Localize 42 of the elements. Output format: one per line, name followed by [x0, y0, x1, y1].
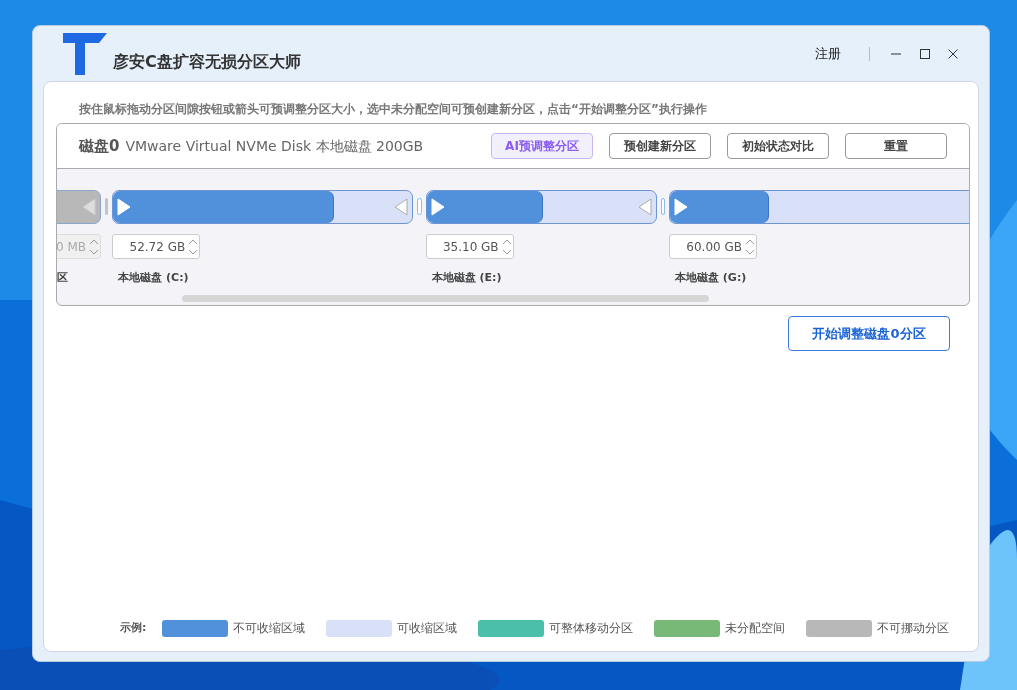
right-arrow-icon[interactable]: [117, 198, 132, 216]
toolbar-button[interactable]: 预创建新分区: [609, 133, 711, 159]
gap-handle[interactable]: [105, 198, 109, 215]
legend-label: 未分配空间: [725, 620, 786, 637]
right-arrow-icon[interactable]: [674, 198, 688, 216]
register-link[interactable]: 注册: [815, 43, 841, 64]
size-spinbox[interactable]: 35.10 GB: [425, 234, 514, 259]
left-arrow-icon[interactable]: [394, 198, 409, 216]
left-arrow-icon[interactable]: [82, 198, 96, 216]
partition-bar[interactable]: [425, 190, 657, 224]
instruction-text: 按住鼠标拖动分区间隙按钮或箭头可预调整分区大小，选中未分配空间可预创建新分区，点击“开始调整分区”执行操作: [79, 101, 708, 118]
partition-label: 本地磁盘 (E:): [431, 270, 503, 286]
partition-label: 本地磁盘 (C:): [118, 270, 190, 286]
legend-title: 示例:: [120, 619, 147, 636]
partition-bar[interactable]: [112, 190, 414, 224]
partition-label: 区: [57, 270, 69, 286]
window-title: 彦安C盘扩容无损分区大师: [113, 50, 301, 73]
disk-description: VMware Virtual NVMe Disk 本地磁盘 200GB: [125, 136, 424, 156]
ai-adjust-button[interactable]: AI预调整分区: [491, 133, 593, 159]
used-space-fill[interactable]: [113, 191, 335, 223]
apply-button[interactable]: 开始调整磁盘0分区: [788, 316, 950, 351]
legend-label: 不可挪动分区: [877, 620, 950, 637]
toolbar-button[interactable]: 初始状态对比: [727, 133, 829, 159]
close-icon[interactable]: [947, 47, 959, 60]
maximize-icon[interactable]: [919, 47, 931, 60]
legend-label: 不可收缩区域: [233, 620, 306, 637]
gap-handle[interactable]: [417, 198, 422, 215]
right-arrow-icon[interactable]: [430, 198, 445, 216]
left-arrow-icon[interactable]: [637, 198, 652, 216]
partition-label: 本地磁盘 (G:): [675, 270, 748, 286]
size-spinbox[interactable]: 60.00 GB: [669, 234, 757, 259]
disk-name: 磁盘0: [79, 135, 120, 157]
partition-bar[interactable]: [669, 190, 969, 224]
gap-handle[interactable]: [660, 198, 665, 215]
used-space-fill[interactable]: [670, 191, 769, 223]
used-space-fill[interactable]: [426, 191, 544, 223]
toolbar-button[interactable]: 重置: [845, 133, 947, 159]
logo-icon: [63, 32, 109, 75]
size-spinbox[interactable]: 52.72 GB: [112, 234, 201, 259]
legend-label: 可整体移动分区: [549, 620, 634, 637]
legend-label: 可收缩区域: [397, 620, 458, 637]
scrollbar[interactable]: [182, 295, 709, 302]
